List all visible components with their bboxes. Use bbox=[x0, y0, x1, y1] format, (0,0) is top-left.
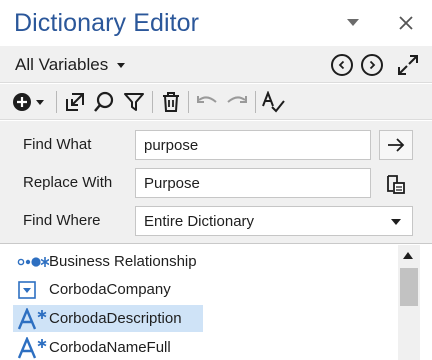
dropdown-field-icon bbox=[13, 278, 49, 302]
chevron-left-icon bbox=[338, 60, 345, 70]
tree-scrollbar[interactable] bbox=[398, 245, 420, 360]
add-dropdown-button[interactable] bbox=[12, 90, 46, 114]
search-button[interactable] bbox=[92, 90, 116, 114]
toolbar-separator bbox=[56, 91, 57, 113]
replace-with-label: Replace With bbox=[23, 174, 113, 191]
tree-item-corbodadescription[interactable]: CorbodaDescription bbox=[13, 305, 203, 332]
goto-icon bbox=[66, 93, 84, 111]
tree-item-corbodanamefull[interactable]: CorbodaNameFull bbox=[13, 334, 179, 360]
replace-button[interactable] bbox=[382, 170, 410, 198]
close-icon[interactable] bbox=[396, 13, 416, 33]
scope-dropdown-value: All Variables bbox=[15, 55, 109, 74]
chevron-down-icon bbox=[391, 219, 401, 225]
relationship-icon bbox=[13, 250, 49, 274]
find-replace-panel: Find What Replace With Find Where Entire… bbox=[0, 121, 432, 244]
delete-button[interactable] bbox=[159, 90, 183, 114]
tree-item-corbodacompany[interactable]: CorbodaCompany bbox=[13, 276, 179, 303]
find-where-select[interactable]: Entire Dictionary bbox=[135, 206, 413, 236]
tree-item-label: CorbodaCompany bbox=[49, 281, 171, 298]
filter-icon bbox=[124, 93, 144, 111]
title-bar: Dictionary Editor bbox=[0, 0, 432, 46]
next-button[interactable] bbox=[361, 54, 383, 76]
redo-button[interactable] bbox=[224, 90, 250, 114]
scroll-thumb[interactable] bbox=[400, 268, 418, 306]
scope-dropdown[interactable]: All Variables bbox=[15, 54, 126, 76]
replace-icon bbox=[387, 175, 405, 194]
spellcheck-icon bbox=[262, 91, 285, 113]
redo-icon bbox=[227, 96, 247, 103]
toolbar-separator bbox=[255, 91, 256, 113]
find-next-button[interactable] bbox=[379, 130, 413, 160]
window-title: Dictionary Editor bbox=[14, 9, 200, 37]
arrow-right-icon bbox=[388, 138, 405, 152]
chevron-down-icon bbox=[117, 62, 126, 68]
pane-menu-icon[interactable] bbox=[345, 16, 361, 30]
tree-item-label: Business Relationship bbox=[49, 253, 197, 270]
text-field-icon bbox=[13, 307, 49, 331]
scroll-up-arrow-icon[interactable] bbox=[403, 252, 413, 259]
toolbar-separator bbox=[188, 91, 189, 113]
dictionary-tree: Business Relationship CorbodaCompany Cor… bbox=[0, 245, 397, 360]
undo-icon bbox=[197, 96, 217, 103]
toolbar-separator bbox=[152, 91, 153, 113]
filter-button[interactable] bbox=[122, 90, 146, 114]
replace-with-input[interactable] bbox=[135, 168, 371, 198]
find-what-label: Find What bbox=[23, 136, 92, 153]
text-field-icon bbox=[13, 336, 49, 360]
previous-button[interactable] bbox=[331, 54, 353, 76]
undo-button[interactable] bbox=[194, 90, 220, 114]
expand-icon[interactable] bbox=[397, 54, 419, 76]
tree-item-business-relationship[interactable]: Business Relationship bbox=[13, 248, 205, 275]
delete-icon bbox=[163, 92, 179, 112]
find-what-input[interactable] bbox=[135, 130, 371, 160]
tree-item-label: CorbodaDescription bbox=[49, 310, 182, 327]
toolbar bbox=[0, 84, 432, 120]
spellcheck-button[interactable] bbox=[261, 90, 285, 114]
chevron-right-icon bbox=[369, 60, 376, 70]
find-where-value: Entire Dictionary bbox=[144, 213, 255, 230]
tree-item-label: CorbodaNameFull bbox=[49, 339, 171, 356]
goto-button[interactable] bbox=[63, 90, 87, 114]
find-where-label: Find Where bbox=[23, 212, 101, 229]
add-icon bbox=[13, 93, 44, 111]
search-icon bbox=[94, 91, 114, 112]
